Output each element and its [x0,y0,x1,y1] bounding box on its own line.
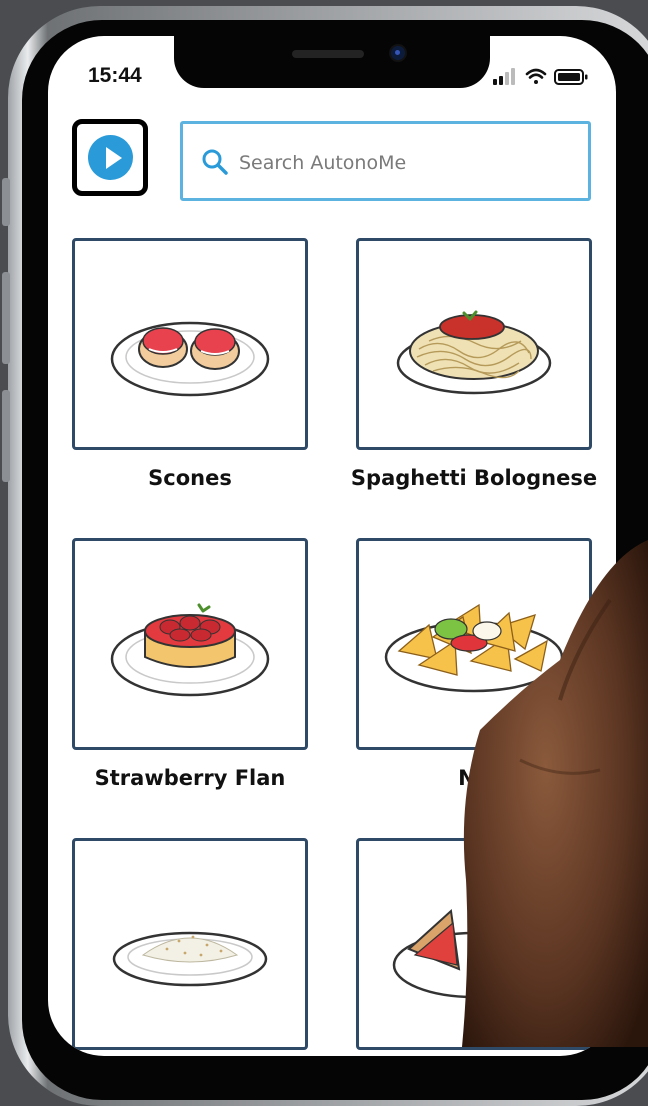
hand-shape [462,540,648,1047]
hand-overlay [462,540,648,1047]
